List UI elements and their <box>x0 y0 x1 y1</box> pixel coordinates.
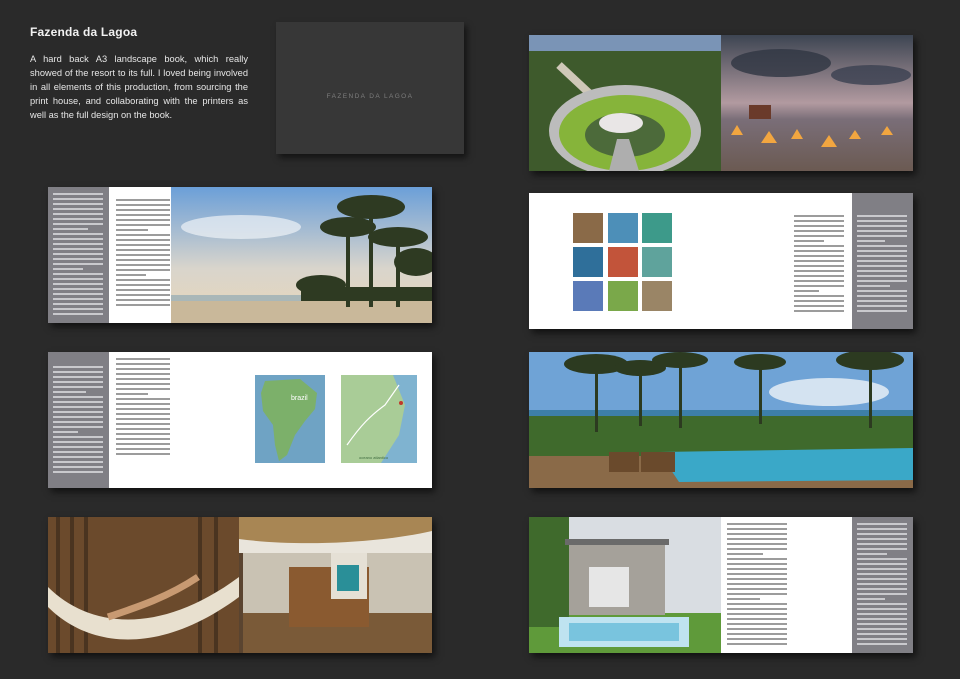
spread-beach-palms <box>48 187 432 323</box>
thumb-lounge <box>642 281 672 311</box>
spread-thumbnail-grid <box>529 193 913 329</box>
body-text-column <box>116 199 170 309</box>
map-region-label: oceano atlantico <box>359 455 389 460</box>
lounge-chair-photo <box>239 517 432 653</box>
body-text-column <box>727 523 787 648</box>
spread-hammock <box>48 517 432 653</box>
body-text-column <box>116 358 170 458</box>
brazil-map: brazil <box>255 375 325 463</box>
thumb-dining <box>573 213 603 243</box>
beach-palms-photo <box>171 187 432 323</box>
project-description: A hard back A3 landscape book, which rea… <box>30 54 248 120</box>
cabana-photo <box>529 517 721 653</box>
grey-text-page <box>48 352 109 488</box>
grey-text-page <box>48 187 109 323</box>
hammock-photo <box>48 517 239 653</box>
map-country-label: brazil <box>291 395 308 402</box>
spread-pool-palms <box>529 352 913 488</box>
beach-dinner-photo <box>721 35 913 171</box>
grey-text-page <box>852 193 913 329</box>
body-text-column <box>794 215 844 315</box>
thumb-pool <box>642 247 672 277</box>
page-title: Fazenda da Lagoa <box>30 25 138 39</box>
garden-lounge-photo <box>529 35 721 171</box>
spread-cabana <box>529 517 913 653</box>
cover-title: FAZENDA DA LAGOA <box>326 93 414 100</box>
thumb-yellow <box>573 247 603 277</box>
thumb-beach <box>608 213 638 243</box>
region-map: oceano atlantico <box>341 375 417 463</box>
thumb-colorful <box>608 247 638 277</box>
book-cover: FAZENDA DA LAGOA <box>276 22 464 154</box>
spread-garden-lounge <box>529 35 913 171</box>
thumb-boat <box>642 213 672 243</box>
thumb-weave <box>573 281 603 311</box>
grey-text-page <box>852 517 913 653</box>
spread-maps: brazil oceano atlantico <box>48 352 432 488</box>
thumb-green <box>608 281 638 311</box>
pool-palms-photo <box>529 352 913 488</box>
